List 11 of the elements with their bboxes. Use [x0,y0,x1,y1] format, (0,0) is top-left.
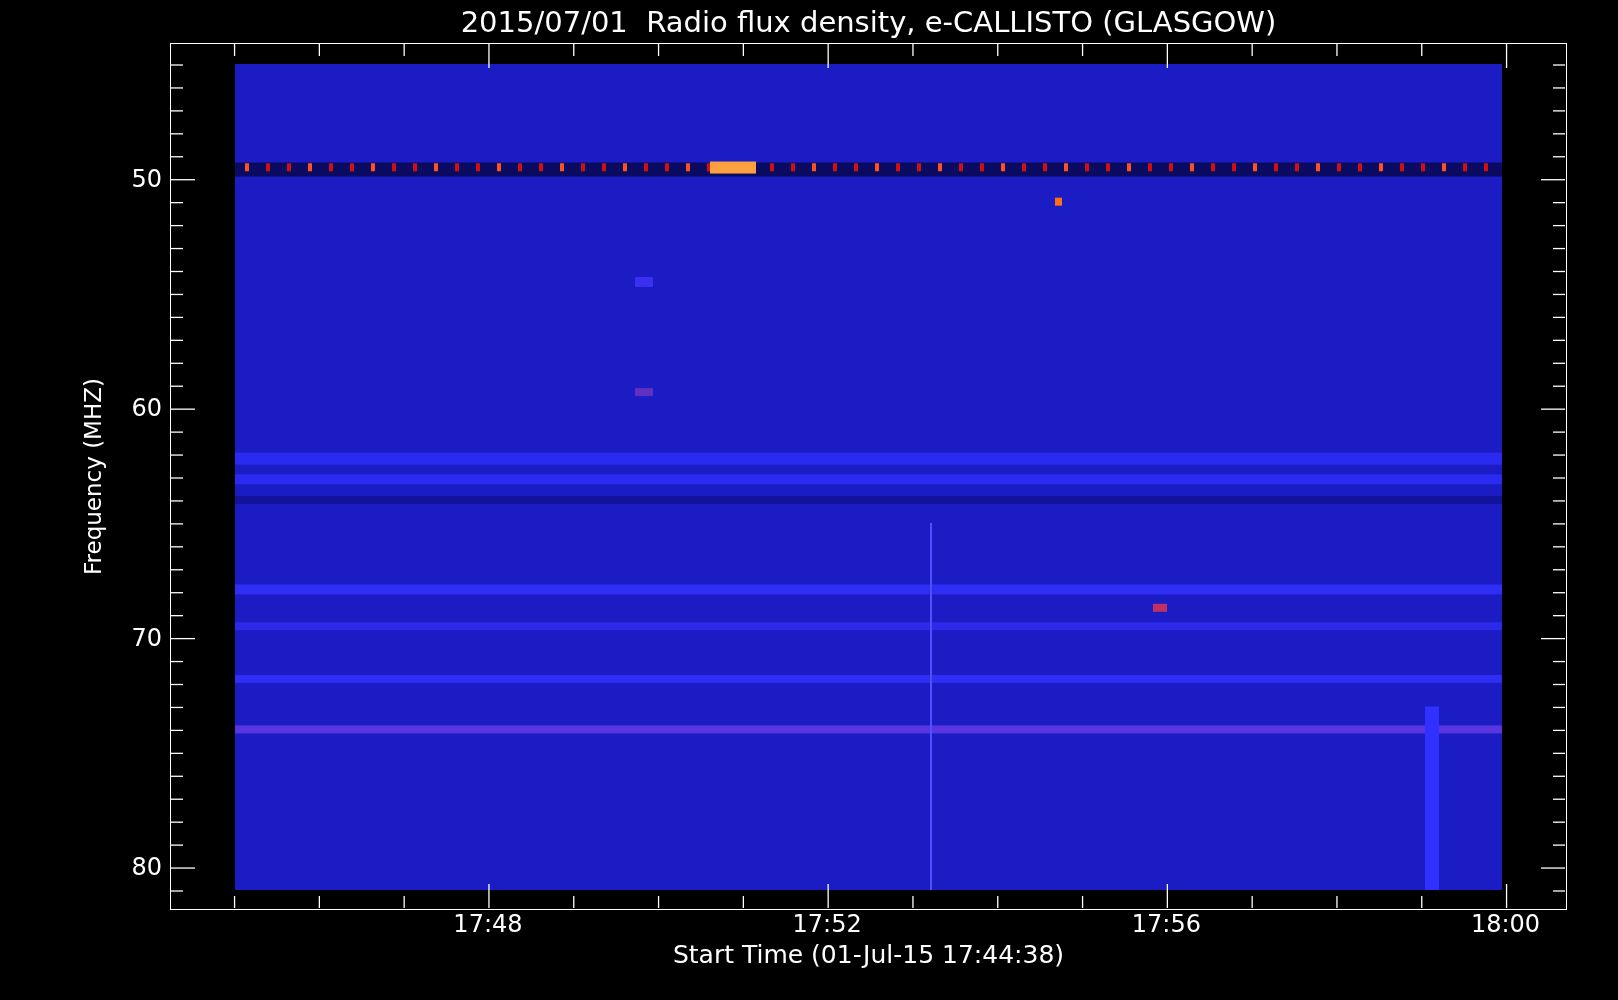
tick-label: 60 [131,394,162,423]
tick-label: 18:00 [1470,910,1541,938]
axis-label: Frequency (MHZ) [79,378,106,575]
chart-title: 2015/07/01 Radio flux density, e-CALLISTO (GLASGOW) [460,4,1277,39]
tick-label: 17:52 [792,910,862,938]
tick-label: 17:48 [453,910,523,938]
axis-label: Start Time (01-Jul-15 17:44:38) [672,940,1065,969]
tick-label: 70 [131,623,162,652]
tick-label: 80 [131,853,162,882]
tick-label: 50 [131,164,162,193]
tick-label: 17:56 [1131,910,1201,938]
